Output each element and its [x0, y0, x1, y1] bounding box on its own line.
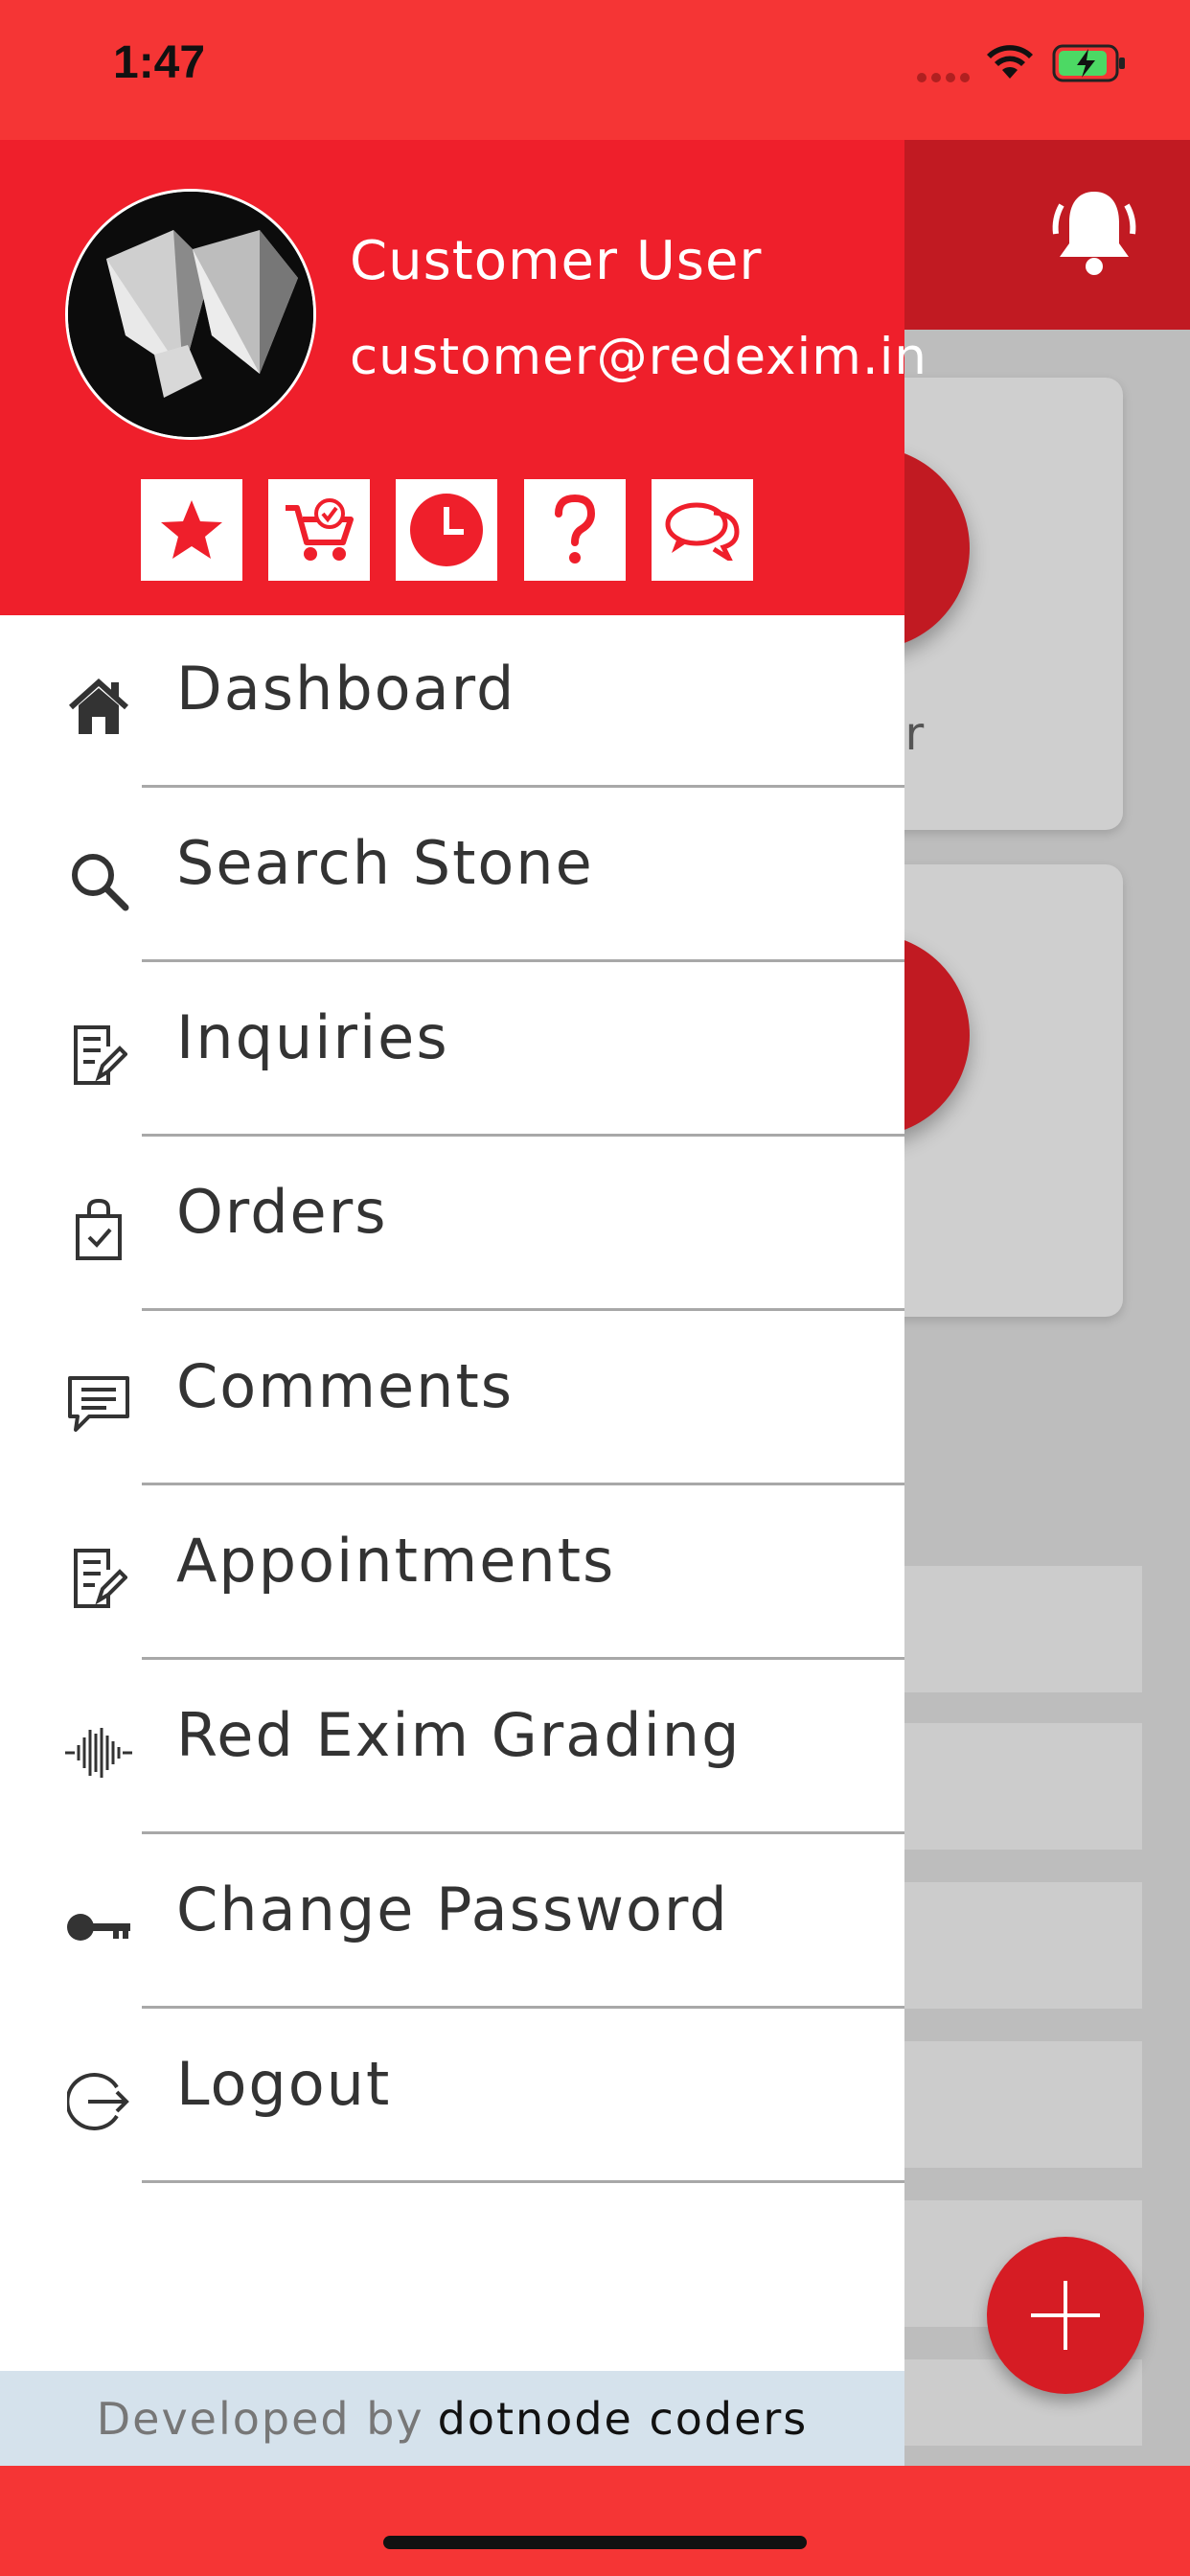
home-indicator[interactable]	[383, 2536, 807, 2549]
menu-item-dashboard[interactable]: Dashboard	[0, 613, 904, 788]
wifi-icon	[985, 44, 1035, 80]
menu-item-label: Inquiries	[176, 1002, 449, 1072]
favorites-button[interactable]	[141, 479, 242, 581]
diamond-image	[68, 192, 313, 437]
bell-icon[interactable]	[1048, 184, 1140, 280]
menu-item-change-password[interactable]: Change Password	[0, 1834, 904, 2009]
star-icon	[161, 500, 222, 559]
key-icon	[63, 1892, 134, 1963]
search-icon	[63, 845, 134, 916]
battery-icon	[1052, 44, 1127, 82]
logout-icon	[63, 2066, 134, 2137]
chat-bubbles-icon	[665, 502, 740, 561]
home-icon	[63, 671, 134, 742]
user-name: Customer User	[350, 230, 763, 292]
document-edit-icon	[63, 1020, 134, 1091]
developer-footer: Developed by dotnode coders	[0, 2371, 904, 2467]
comment-icon	[63, 1368, 134, 1439]
menu-item-comments[interactable]: Comments	[0, 1311, 904, 1485]
menu-item-inquiries[interactable]: Inquiries	[0, 962, 904, 1137]
menu-item-label: Red Exim Grading	[176, 1700, 742, 1770]
menu-item-label: Logout	[176, 2049, 392, 2119]
menu-item-label: Search Stone	[176, 828, 594, 898]
add-button[interactable]	[987, 2237, 1144, 2394]
cart-check-icon	[286, 498, 354, 561]
waveform-icon	[63, 1717, 134, 1788]
menu-item-label: Comments	[176, 1351, 515, 1421]
divider	[142, 2180, 904, 2183]
menu-item-logout[interactable]: Logout	[0, 2009, 904, 2183]
menu-item-label: Appointments	[176, 1526, 616, 1596]
question-icon	[555, 494, 596, 564]
status-bar: 1:47	[0, 0, 1190, 140]
help-button[interactable]	[524, 479, 626, 581]
chat-button[interactable]	[652, 479, 753, 581]
status-time: 1:47	[113, 37, 206, 88]
menu-item-label: Dashboard	[176, 654, 516, 724]
avatar[interactable]	[65, 189, 316, 440]
menu-item-label: Orders	[176, 1177, 388, 1247]
clock-icon	[410, 494, 483, 566]
user-email: customer@redexim.in	[350, 328, 928, 386]
plus-icon	[1031, 2281, 1100, 2350]
signal-icon	[916, 71, 972, 82]
menu-item-label: Change Password	[176, 1874, 729, 1944]
shopping-bag-check-icon	[63, 1194, 134, 1265]
menu-item-orders[interactable]: Orders	[0, 1137, 904, 1311]
document-edit-icon	[63, 1543, 134, 1614]
footer-prefix: Developed by	[96, 2393, 424, 2445]
menu-item-appointments[interactable]: Appointments	[0, 1485, 904, 1660]
footer-brand-link[interactable]: dotnode coders	[438, 2393, 809, 2445]
cart-button[interactable]	[268, 479, 370, 581]
bottom-safe-area	[0, 2466, 1190, 2576]
menu-item-search-stone[interactable]: Search Stone	[0, 788, 904, 962]
history-button[interactable]	[396, 479, 497, 581]
menu-item-red-exim-grading[interactable]: Red Exim Grading	[0, 1660, 904, 1834]
